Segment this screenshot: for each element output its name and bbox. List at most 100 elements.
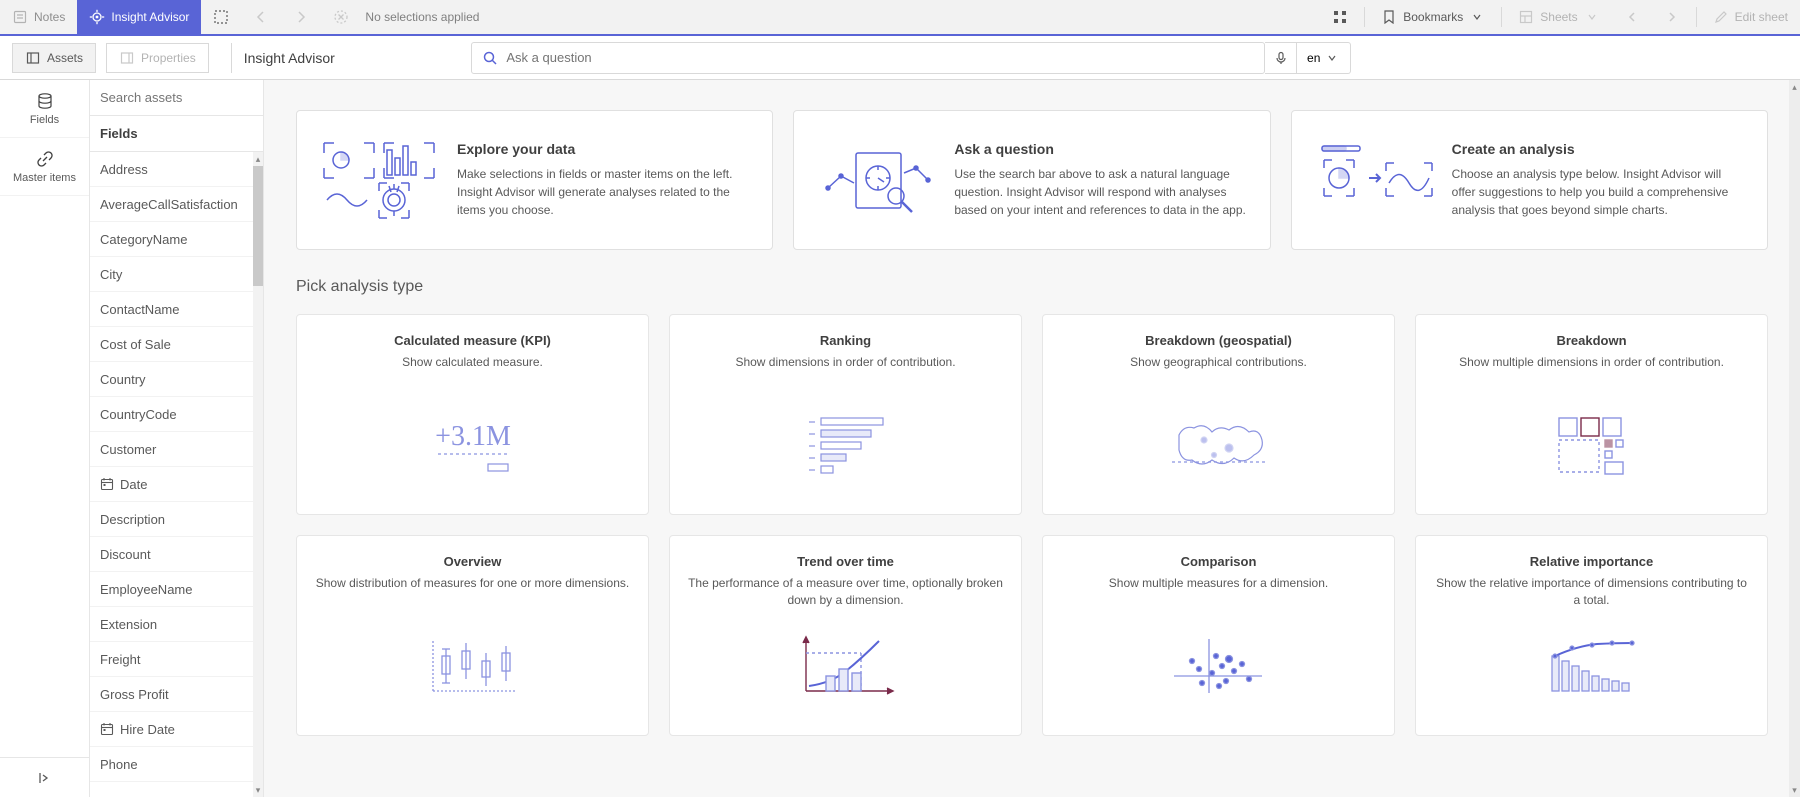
analysis-type-card[interactable]: Calculated measure (KPI) Show calculated … — [296, 314, 649, 515]
field-item[interactable]: Gross Profit — [90, 677, 263, 712]
field-item[interactable]: Discount — [90, 537, 263, 572]
analysis-card-illustration: +3.1M — [315, 400, 630, 490]
svg-text:+3.1M: +3.1M — [435, 421, 511, 452]
promo-desc: Use the search bar above to ask a natura… — [954, 165, 1247, 219]
properties-toggle[interactable]: Properties — [106, 43, 209, 73]
language-select[interactable]: en — [1297, 42, 1351, 74]
analysis-card-title: Comparison — [1061, 554, 1376, 569]
analysis-type-card[interactable]: ComparisonShow multiple measures for a d… — [1042, 535, 1395, 736]
promo-title: Create an analysis — [1452, 141, 1745, 157]
field-item[interactable]: AverageCallSatisfaction — [90, 187, 263, 222]
rail-collapse[interactable] — [0, 757, 89, 797]
field-item-label: CountryCode — [100, 407, 177, 422]
analysis-type-card[interactable]: OverviewShow distribution of measures fo… — [296, 535, 649, 736]
promo-card: Create an analysisChoose an analysis typ… — [1291, 110, 1768, 250]
promo-card: Ask a questionUse the search bar above t… — [793, 110, 1270, 250]
field-item[interactable]: EmployeeName — [90, 572, 263, 607]
voice-input-button[interactable] — [1265, 42, 1297, 74]
analysis-card-desc: The performance of a measure over time, … — [688, 575, 1003, 611]
step-forward-button[interactable] — [281, 0, 321, 34]
analysis-card-title: Calculated measure (KPI) — [315, 333, 630, 348]
field-item[interactable]: City — [90, 257, 263, 292]
analysis-card-desc: Show calculated measure. — [315, 354, 630, 390]
insight-secondbar: Assets Properties Insight Advisor en — [0, 36, 1800, 80]
field-item[interactable]: Cost of Sale — [90, 327, 263, 362]
field-item[interactable]: Date — [90, 467, 263, 502]
notes-button[interactable]: Notes — [0, 0, 77, 34]
analysis-card-illustration — [1061, 621, 1376, 711]
next-sheet-button[interactable] — [1652, 0, 1692, 34]
insight-content: Explore your dataMake selections in fiel… — [264, 80, 1800, 797]
field-item[interactable]: ContactName — [90, 292, 263, 327]
field-item[interactable]: Phone — [90, 747, 263, 782]
page-title: Insight Advisor — [231, 43, 335, 73]
sheets-label: Sheets — [1540, 10, 1577, 24]
chevron-down-icon — [1469, 9, 1485, 25]
field-list[interactable]: ▴ ▾ AddressAverageCallSatisfaction Catego… — [90, 152, 263, 797]
analysis-type-card[interactable]: Trend over timeThe performance of a meas… — [669, 535, 1022, 736]
field-item[interactable]: Customer — [90, 432, 263, 467]
field-item-label: CategoryName — [100, 232, 187, 247]
field-item-label: Cost of Sale — [100, 337, 171, 352]
sheets-icon — [1518, 9, 1534, 25]
search-icon — [482, 50, 498, 66]
field-item[interactable]: Description — [90, 502, 263, 537]
assets-panel: Fields ▴ ▾ AddressAverageCallSatisfactio… — [90, 80, 264, 797]
ask-question-search[interactable] — [471, 42, 1265, 74]
sheets-button[interactable]: Sheets — [1506, 0, 1611, 34]
panel-right-icon — [119, 50, 135, 66]
field-item[interactable]: Extension — [90, 607, 263, 642]
analysis-card-desc: Show the relative importance of dimensio… — [1434, 575, 1749, 611]
field-item[interactable]: CountryCode — [90, 397, 263, 432]
field-item[interactable]: CategoryName — [90, 222, 263, 257]
rail-fields[interactable]: Fields — [0, 80, 89, 138]
selections-tool-icon — [213, 9, 229, 25]
analysis-card-title: Ranking — [688, 333, 1003, 348]
rail-master-items[interactable]: Master items — [0, 138, 89, 196]
bookmarks-label: Bookmarks — [1403, 10, 1463, 24]
language-label: en — [1307, 51, 1320, 65]
assets-section-header: Fields — [90, 116, 263, 152]
field-item[interactable]: Hire Date — [90, 712, 263, 747]
field-item-label: Description — [100, 512, 165, 527]
chevron-right-icon — [1664, 9, 1680, 25]
analysis-card-illustration — [688, 400, 1003, 490]
field-list-scrollbar[interactable]: ▴ ▾ — [253, 152, 263, 797]
prev-sheet-button[interactable] — [1612, 0, 1652, 34]
rail-fields-label: Fields — [30, 114, 59, 126]
field-item[interactable]: Country — [90, 362, 263, 397]
pick-analysis-title: Pick analysis type — [296, 278, 1768, 296]
grid-button[interactable] — [1320, 0, 1360, 34]
field-item[interactable]: Freight — [90, 642, 263, 677]
content-scrollbar[interactable]: ▴ ▾ — [1789, 80, 1800, 797]
ask-question-input[interactable] — [498, 50, 1254, 65]
assets-toggle[interactable]: Assets — [12, 43, 96, 73]
analysis-card-title: Overview — [315, 554, 630, 569]
field-item-label: Date — [120, 477, 147, 492]
step-back-button[interactable] — [241, 0, 281, 34]
notes-icon — [12, 9, 28, 25]
promo-desc: Make selections in fields or master item… — [457, 165, 750, 219]
field-item-label: Discount — [100, 547, 151, 562]
analysis-type-card[interactable]: Breakdown (geospatial)Show geographical … — [1042, 314, 1395, 515]
analysis-card-illustration — [1061, 400, 1376, 490]
field-item-label: City — [100, 267, 122, 282]
analysis-type-card[interactable]: BreakdownShow multiple dimensions in ord… — [1415, 314, 1768, 515]
analysis-type-card[interactable]: Relative importanceShow the relative imp… — [1415, 535, 1768, 736]
field-item-label: Country — [100, 372, 146, 387]
calendar-icon — [100, 477, 114, 491]
edit-sheet-button[interactable]: Edit sheet — [1701, 0, 1800, 34]
assets-search[interactable] — [90, 80, 263, 116]
assets-search-input[interactable] — [100, 90, 253, 105]
field-item[interactable]: Address — [90, 152, 263, 187]
analysis-card-title: Breakdown — [1434, 333, 1749, 348]
selections-tool-button[interactable] — [201, 0, 241, 34]
analysis-card-desc: Show geographical contributions. — [1061, 354, 1376, 390]
bookmarks-button[interactable]: Bookmarks — [1369, 0, 1497, 34]
insight-icon — [89, 9, 105, 25]
analysis-card-illustration — [315, 621, 630, 711]
analysis-type-card[interactable]: RankingShow dimensions in order of contr… — [669, 314, 1022, 515]
clear-selections-icon — [333, 9, 349, 25]
insight-advisor-button[interactable]: Insight Advisor — [77, 0, 201, 34]
clear-selections-button[interactable] — [321, 0, 361, 34]
